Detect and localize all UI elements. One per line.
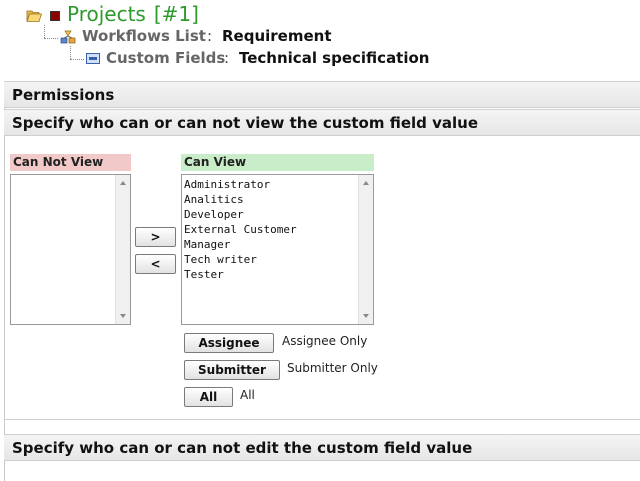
tree-connector bbox=[70, 59, 84, 60]
project-link[interactable]: Projects [#1] bbox=[67, 2, 199, 26]
list-item[interactable]: Tech writer bbox=[184, 252, 357, 267]
move-to-can-view-button[interactable]: > bbox=[135, 227, 176, 247]
edit-section-header: Specify who can or can not edit the cust… bbox=[4, 434, 640, 461]
scroll-up-icon[interactable] bbox=[363, 181, 369, 185]
list-item[interactable]: Developer bbox=[184, 207, 357, 222]
view-section-header: Specify who can or can not view the cust… bbox=[4, 109, 640, 136]
list-item[interactable]: Administrator bbox=[184, 177, 357, 192]
tree-connector bbox=[44, 38, 58, 39]
folder-open-icon bbox=[26, 10, 42, 22]
cannot-view-list[interactable] bbox=[10, 174, 131, 325]
project-label: Projects bbox=[67, 2, 146, 26]
workflows-list-link[interactable]: Workflows List bbox=[82, 27, 206, 45]
can-view-list[interactable]: Administrator Analitics Developer Extern… bbox=[181, 174, 374, 325]
can-view-header: Can View bbox=[181, 154, 374, 171]
project-icon bbox=[50, 11, 60, 21]
list-item[interactable]: Tester bbox=[184, 267, 357, 282]
custom-field-icon bbox=[86, 53, 100, 64]
custom-fields-link[interactable]: Custom Fields bbox=[106, 49, 225, 67]
all-button[interactable]: All bbox=[184, 387, 233, 407]
tree-connector bbox=[44, 25, 45, 38]
move-to-cannot-view-button[interactable]: < bbox=[135, 254, 176, 274]
submitter-button[interactable]: Submitter bbox=[184, 360, 280, 380]
breadcrumb-separator: : bbox=[224, 49, 230, 67]
workflow-icon bbox=[60, 30, 76, 44]
scroll-up-icon[interactable] bbox=[120, 181, 126, 185]
submitter-description: Submitter Only bbox=[287, 361, 378, 375]
project-number: [#1] bbox=[153, 2, 199, 26]
assignee-button[interactable]: Assignee bbox=[184, 333, 274, 353]
tree-connector bbox=[70, 46, 71, 59]
list-item[interactable]: Manager bbox=[184, 237, 357, 252]
list-item[interactable]: Analitics bbox=[184, 192, 357, 207]
scrollbar[interactable] bbox=[115, 175, 130, 324]
permissions-header: Permissions bbox=[4, 81, 640, 108]
breadcrumb-separator: : bbox=[207, 27, 213, 45]
section-divider bbox=[4, 419, 640, 420]
list-item[interactable]: External Customer bbox=[184, 222, 357, 237]
scroll-down-icon[interactable] bbox=[363, 314, 369, 318]
custom-field-name: Technical specification bbox=[239, 49, 430, 67]
assignee-description: Assignee Only bbox=[282, 334, 368, 348]
workflow-name: Requirement bbox=[222, 27, 332, 45]
scroll-down-icon[interactable] bbox=[120, 314, 126, 318]
all-description: All bbox=[240, 388, 255, 402]
scrollbar[interactable] bbox=[358, 175, 373, 324]
cannot-view-header: Can Not View bbox=[10, 154, 131, 171]
